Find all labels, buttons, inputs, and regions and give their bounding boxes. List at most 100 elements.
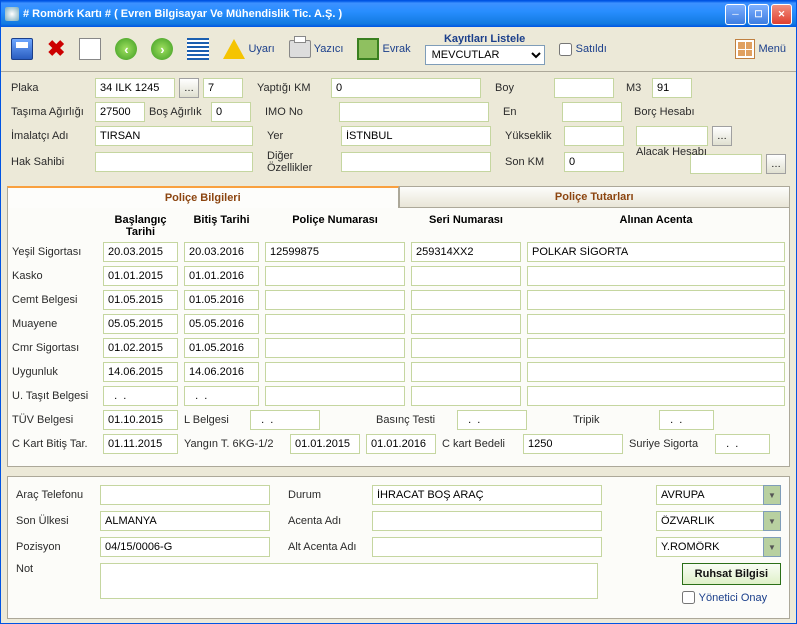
bitis-input[interactable]: [184, 362, 259, 382]
combo1[interactable]: ▼: [656, 485, 781, 505]
close-button[interactable]: ✕: [771, 4, 792, 25]
yaptigi-km-input[interactable]: [331, 78, 481, 98]
basinc-input[interactable]: [457, 410, 527, 430]
chevron-down-icon[interactable]: ▼: [763, 485, 781, 505]
suriye-input[interactable]: [715, 434, 770, 454]
lbelge-input[interactable]: [250, 410, 320, 430]
combo1-input[interactable]: [656, 485, 763, 505]
ckbedel-input[interactable]: [523, 434, 623, 454]
baslangic-input[interactable]: [103, 362, 178, 382]
plaka-lookup-button[interactable]: …: [179, 78, 199, 98]
chevron-down-icon[interactable]: ▼: [763, 537, 781, 557]
en-input[interactable]: [562, 102, 622, 122]
ckart-input[interactable]: [103, 434, 178, 454]
baslangic-input[interactable]: [103, 290, 178, 310]
diger-input[interactable]: [341, 152, 491, 172]
bos-input[interactable]: [211, 102, 251, 122]
bitis-input[interactable]: [184, 266, 259, 286]
boy-input[interactable]: [554, 78, 614, 98]
seri-input[interactable]: [411, 266, 521, 286]
hak-input[interactable]: [95, 152, 253, 172]
acenta-input[interactable]: [527, 362, 785, 382]
alt-acenta-input[interactable]: [372, 537, 602, 557]
police-input[interactable]: [265, 266, 405, 286]
bitis-input[interactable]: [184, 338, 259, 358]
acenta-input[interactable]: [527, 242, 785, 262]
plaka-input[interactable]: [95, 78, 175, 98]
new-button[interactable]: [79, 38, 101, 60]
uyari-button[interactable]: Uyarı: [223, 39, 274, 59]
seri-input[interactable]: [411, 314, 521, 334]
combo3[interactable]: ▼: [656, 537, 781, 557]
police-input[interactable]: [265, 362, 405, 382]
maximize-button[interactable]: ☐: [748, 4, 769, 25]
combo3-input[interactable]: [656, 537, 763, 557]
satildi-checkbox[interactable]: Satıldı: [559, 43, 607, 56]
yer-input[interactable]: [341, 126, 491, 146]
list-button[interactable]: [187, 38, 209, 60]
tab-police-bilgileri[interactable]: Poliçe Bilgileri: [7, 186, 399, 208]
menu-button[interactable]: Menü: [735, 39, 786, 59]
police-input[interactable]: [265, 290, 405, 310]
tuv-input[interactable]: [103, 410, 178, 430]
tripik-input[interactable]: [659, 410, 714, 430]
bitis-input[interactable]: [184, 290, 259, 310]
seri-input[interactable]: [411, 386, 521, 406]
save-button[interactable]: [11, 38, 33, 60]
borc-input[interactable]: [636, 126, 708, 146]
plaka2-input[interactable]: [203, 78, 243, 98]
chevron-down-icon[interactable]: ▼: [763, 511, 781, 531]
kayit-select[interactable]: MEVCUTLAR: [425, 45, 545, 65]
combo2-input[interactable]: [656, 511, 763, 531]
delete-button[interactable]: ✖: [47, 36, 65, 62]
seri-input[interactable]: [411, 338, 521, 358]
durum-input[interactable]: [372, 485, 602, 505]
yangin2-input[interactable]: [366, 434, 436, 454]
acenta-input[interactable]: [527, 314, 785, 334]
minimize-button[interactable]: ─: [725, 4, 746, 25]
imalatci-input[interactable]: [95, 126, 253, 146]
baslangic-input[interactable]: [103, 338, 178, 358]
yonetici-onay-input[interactable]: [682, 591, 695, 604]
yukseklik-input[interactable]: [564, 126, 624, 146]
acenta-input[interactable]: [527, 386, 785, 406]
satildi-input[interactable]: [559, 43, 572, 56]
son-ulke-input[interactable]: [100, 511, 270, 531]
prev-button[interactable]: ‹: [115, 38, 137, 60]
baslangic-input[interactable]: [103, 242, 178, 262]
acenta-input[interactable]: [527, 338, 785, 358]
yazici-button[interactable]: Yazıcı: [289, 40, 344, 58]
not-input[interactable]: [100, 563, 598, 599]
acenta-input[interactable]: [527, 266, 785, 286]
imo-input[interactable]: [339, 102, 489, 122]
police-input[interactable]: [265, 242, 405, 262]
pozisyon-input[interactable]: [100, 537, 270, 557]
sonkm-input[interactable]: [564, 152, 624, 172]
tasima-input[interactable]: [95, 102, 145, 122]
seri-input[interactable]: [411, 290, 521, 310]
police-input[interactable]: [265, 314, 405, 334]
yonetici-onay-checkbox[interactable]: Yönetici Onay: [682, 591, 767, 604]
seri-input[interactable]: [411, 242, 521, 262]
baslangic-input[interactable]: [103, 314, 178, 334]
m3-input[interactable]: [652, 78, 692, 98]
arac-tel-input[interactable]: [100, 485, 270, 505]
ruhsat-bilgisi-button[interactable]: Ruhsat Bilgisi: [682, 563, 781, 585]
bitis-input[interactable]: [184, 314, 259, 334]
police-input[interactable]: [265, 386, 405, 406]
baslangic-input[interactable]: [103, 266, 178, 286]
acenta-input[interactable]: [372, 511, 602, 531]
combo2[interactable]: ▼: [656, 511, 781, 531]
borc-lookup-button[interactable]: …: [712, 126, 732, 146]
police-input[interactable]: [265, 338, 405, 358]
alacak-lookup-button[interactable]: …: [766, 154, 786, 174]
seri-input[interactable]: [411, 362, 521, 382]
baslangic-input[interactable]: [103, 386, 178, 406]
next-button[interactable]: ›: [151, 38, 173, 60]
acenta-input[interactable]: [527, 290, 785, 310]
yangin1-input[interactable]: [290, 434, 360, 454]
bitis-input[interactable]: [184, 242, 259, 262]
bitis-input[interactable]: [184, 386, 259, 406]
evrak-button[interactable]: Evrak: [357, 38, 410, 60]
tab-police-tutarlari[interactable]: Poliçe Tutarları: [399, 186, 791, 208]
